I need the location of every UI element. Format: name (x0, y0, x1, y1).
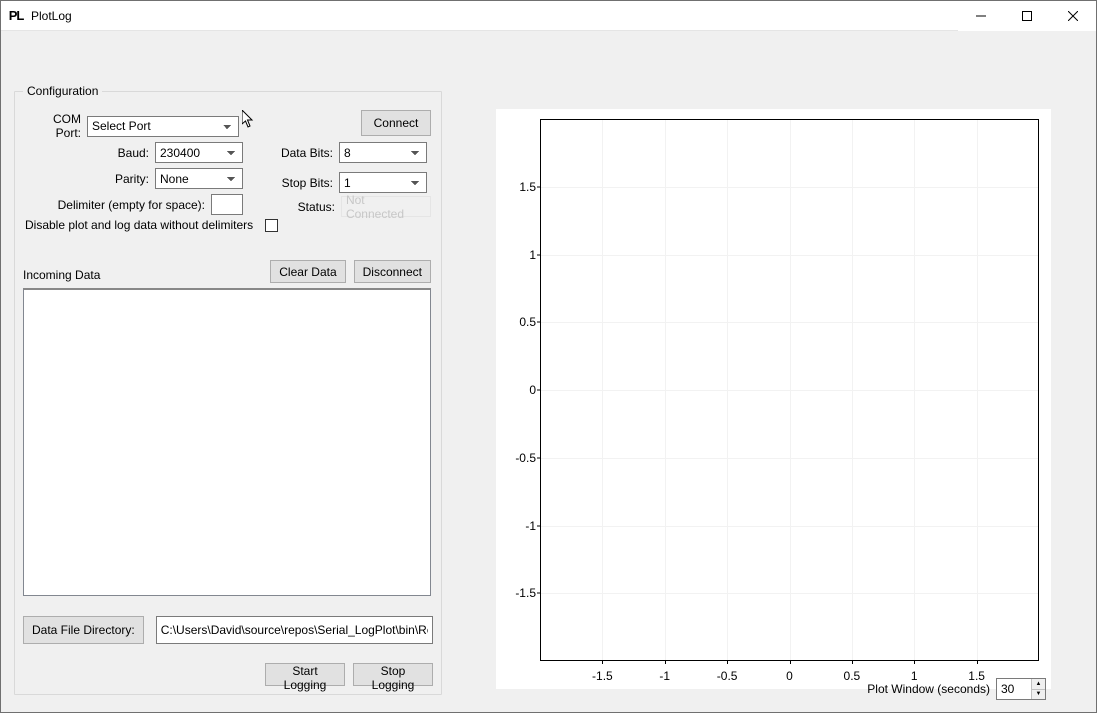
com-port-label: COM Port: (25, 112, 87, 140)
titlebar[interactable]: PL PlotLog (1, 1, 1096, 31)
close-button[interactable] (1050, 1, 1096, 31)
plot-window-label: Plot Window (seconds) (867, 682, 990, 696)
status-value: Not Connected (341, 196, 431, 217)
x-tick-label: -1 (659, 669, 670, 683)
close-icon (1068, 11, 1078, 21)
plot-window-input[interactable] (997, 679, 1031, 699)
client-area: Configuration COM Port: Select Port Baud… (1, 31, 1096, 712)
plot-canvas[interactable] (540, 119, 1039, 661)
y-tick-label: 1 (496, 248, 536, 262)
y-tick-label: 1.5 (496, 180, 536, 194)
delimiter-input[interactable] (211, 194, 243, 215)
parity-label: Parity: (25, 172, 155, 186)
status-label: Status: (271, 200, 341, 214)
connect-button[interactable]: Connect (361, 110, 431, 136)
app-window: PL PlotLog Configuration COM Port: Selec… (0, 0, 1097, 713)
spinner-down-icon[interactable]: ▼ (1032, 690, 1045, 700)
baud-select[interactable]: 230400 (155, 142, 243, 163)
stop-logging-button[interactable]: Stop Logging (353, 663, 433, 686)
incoming-data-textarea[interactable] (23, 288, 431, 596)
incoming-data-label: Incoming Data (23, 268, 100, 282)
start-logging-button[interactable]: Start Logging (265, 663, 345, 686)
y-tick-label: -1 (496, 519, 536, 533)
data-bits-label: Data Bits: (271, 146, 339, 160)
x-tick-label: 0 (786, 669, 793, 683)
delimiter-label: Delimiter (empty for space): (25, 198, 211, 212)
data-file-directory-button[interactable]: Data File Directory: (23, 616, 144, 644)
maximize-button[interactable] (1004, 1, 1050, 31)
data-bits-select[interactable]: 8 (339, 142, 427, 163)
app-icon: PL (7, 7, 25, 25)
clear-data-button[interactable]: Clear Data (270, 260, 345, 283)
disable-plot-label: Disable plot and log data without delimi… (25, 218, 259, 232)
configuration-title: Configuration (23, 84, 102, 98)
x-tick-label: 0.5 (844, 669, 861, 683)
disconnect-button[interactable]: Disconnect (354, 260, 431, 283)
minimize-icon (976, 11, 986, 21)
y-tick-label: 0 (496, 383, 536, 397)
x-tick-label: -1.5 (592, 669, 613, 683)
y-tick-label: -0.5 (496, 451, 536, 465)
y-tick-label: -1.5 (496, 586, 536, 600)
com-port-select[interactable]: Select Port (87, 116, 239, 137)
data-file-directory-input[interactable] (156, 616, 433, 644)
spinner-up-icon[interactable]: ▲ (1032, 679, 1045, 690)
disable-plot-checkbox[interactable] (265, 219, 278, 232)
plot-area: 1.510.50-0.5-1-1.5-1.5-1-0.500.511.5 (496, 109, 1051, 689)
minimize-button[interactable] (958, 1, 1004, 31)
window-title: PlotLog (31, 9, 72, 23)
x-tick-label: -0.5 (717, 669, 738, 683)
plot-window-spinner[interactable]: ▲ ▼ (996, 678, 1046, 700)
configuration-group: Configuration COM Port: Select Port Baud… (14, 91, 442, 695)
parity-select[interactable]: None (155, 168, 243, 189)
stop-bits-label: Stop Bits: (271, 176, 339, 190)
maximize-icon (1022, 11, 1032, 21)
baud-label: Baud: (25, 146, 155, 160)
stop-bits-select[interactable]: 1 (339, 172, 427, 193)
y-tick-label: 0.5 (496, 315, 536, 329)
